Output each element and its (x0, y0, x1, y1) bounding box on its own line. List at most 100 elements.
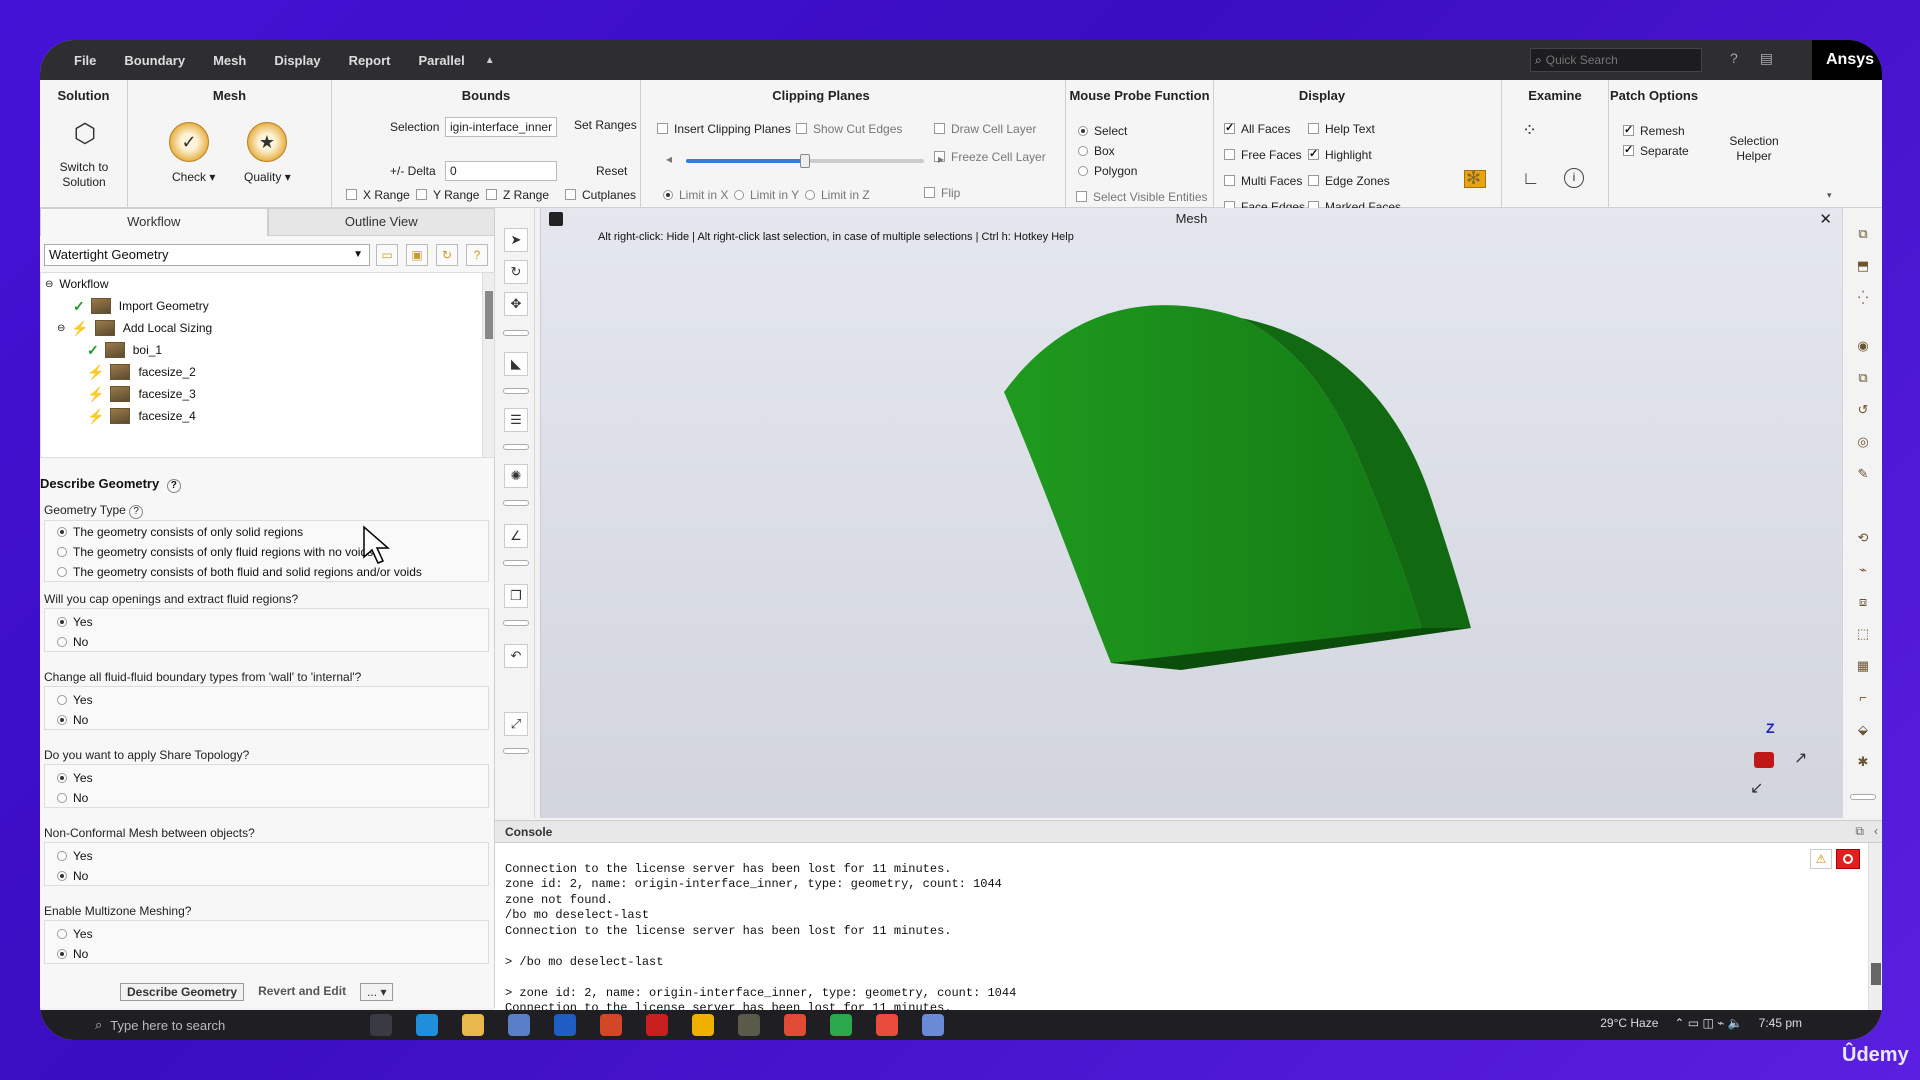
tree-item-facesize-4[interactable]: ⚡ facesize_4 (87, 405, 196, 427)
share-no-dot[interactable] (57, 793, 67, 803)
toolbar-slider[interactable] (503, 388, 529, 394)
set-ranges-button[interactable]: Set Ranges (574, 118, 637, 132)
console-scrollbar[interactable] (1868, 843, 1882, 1011)
free-faces-checkbox[interactable]: Free Faces (1224, 148, 1302, 162)
display-filter-icon[interactable]: ◣ (504, 352, 528, 376)
settings-tool-icon[interactable]: ✱ (1851, 750, 1875, 774)
share-yes-dot[interactable] (57, 773, 67, 783)
probe-select-radio[interactable]: Select (1078, 124, 1127, 138)
select-visible-checkbox[interactable]: Select Visible Entities (1076, 190, 1208, 204)
geometry-option-fluid[interactable]: The geometry consists of only fluid regi… (57, 545, 373, 559)
menu-parallel[interactable]: Parallel (404, 53, 478, 68)
x-range-checkbox[interactable]: X Range (346, 188, 410, 202)
boundary-types-yes[interactable]: Yes (57, 693, 93, 707)
describe-geometry-button[interactable]: Describe Geometry (120, 983, 245, 1001)
multizone-yes[interactable]: Yes (57, 927, 93, 941)
geometry-both-dot[interactable] (57, 567, 67, 577)
toolbar-slider[interactable] (503, 620, 529, 626)
examine-nodes-icon[interactable]: ⁘ (1522, 120, 1537, 141)
fit-view-icon[interactable]: ⤢ (504, 712, 528, 736)
nonconf-yes-dot[interactable] (57, 851, 67, 861)
acrobat-icon[interactable] (646, 1014, 668, 1036)
toolbar-slider[interactable] (503, 560, 529, 566)
check-icon[interactable]: ✓ (169, 122, 209, 162)
powerpoint-icon[interactable] (600, 1014, 622, 1036)
geometry-option-both[interactable]: The geometry consists of both fluid and … (57, 565, 422, 579)
display-gear-icon[interactable]: ✻ (1466, 168, 1481, 189)
outlook-icon[interactable] (554, 1014, 576, 1036)
store-icon[interactable] (508, 1014, 530, 1036)
toolbar-slider[interactable] (503, 500, 529, 506)
insert-clipping-box[interactable] (657, 123, 668, 134)
show-cut-edges-box[interactable] (796, 123, 807, 134)
save-workflow-icon[interactable]: ▣ (406, 244, 428, 266)
cube-view-icon[interactable]: ⬒ (1851, 254, 1875, 278)
selection-field[interactable] (445, 117, 557, 137)
layers-icon[interactable]: ☰ (504, 408, 528, 432)
folder-tool-icon[interactable]: ▦ (1851, 654, 1875, 678)
menu-file[interactable]: File (60, 53, 110, 68)
taskbar-search[interactable]: ⌕ Type here to search (95, 1013, 335, 1037)
examine-info-icon[interactable]: i (1564, 168, 1584, 188)
all-faces-box[interactable] (1224, 121, 1235, 134)
share-topology-yes[interactable]: Yes (57, 771, 93, 785)
view-option-icon[interactable]: ⧉ (1851, 222, 1875, 246)
revert-and-edit-button[interactable]: Revert and Edit (252, 983, 352, 1001)
model-front-face[interactable] (1004, 305, 1421, 663)
non-conformal-no[interactable]: No (57, 869, 88, 883)
calculator-icon[interactable] (922, 1014, 944, 1036)
multi-faces-box[interactable] (1224, 175, 1235, 186)
collapse-icon[interactable]: ⊖ (57, 323, 65, 334)
media-player-icon[interactable] (692, 1014, 714, 1036)
face-tool-icon[interactable]: ⧈ (1851, 590, 1875, 614)
tree-item-import-geometry[interactable]: ✓ Import Geometry (73, 295, 209, 317)
multizone-no-dot[interactable] (57, 949, 67, 959)
warning-icon[interactable]: ⚠ (1810, 849, 1832, 869)
all-faces-checkbox[interactable]: All Faces (1224, 121, 1290, 136)
task-view-icon[interactable] (370, 1014, 392, 1036)
quality-icon[interactable]: ★ (247, 122, 287, 162)
highlight-box[interactable] (1308, 147, 1319, 160)
non-conformal-yes[interactable]: Yes (57, 849, 93, 863)
collapse-icon[interactable]: ⊖ (45, 279, 53, 290)
nonconf-no-dot[interactable] (57, 871, 67, 881)
copy-view-icon[interactable]: ❐ (504, 584, 528, 608)
limit-x-radio[interactable]: Limit in X (663, 188, 728, 202)
corner-tool-icon[interactable]: ⌐ (1851, 686, 1875, 710)
edge-zones-box[interactable] (1308, 175, 1319, 186)
y-range-box[interactable] (416, 189, 427, 200)
spreadsheet-app-icon[interactable] (830, 1014, 852, 1036)
reset-button[interactable]: Reset (596, 164, 627, 178)
boundary-types-no[interactable]: No (57, 713, 88, 727)
tree-item-boi-1[interactable]: ✓ boi_1 (87, 339, 162, 361)
tree-scrollbar[interactable] (482, 273, 494, 457)
scatter-view-icon[interactable]: ⁛ (1851, 286, 1875, 310)
pan-icon[interactable]: ✥ (504, 292, 528, 316)
cap-openings-no[interactable]: No (57, 635, 88, 649)
limit-y-radio[interactable]: Limit in Y (734, 188, 799, 202)
refresh-workflow-icon[interactable]: ↻ (436, 244, 458, 266)
flip-box[interactable] (924, 187, 935, 198)
workflow-help-icon[interactable]: ? (466, 244, 488, 266)
help-text-checkbox[interactable]: Help Text (1308, 122, 1375, 136)
cutplanes-checkbox[interactable]: Cutplanes (565, 188, 636, 202)
menu-boundary[interactable]: Boundary (110, 53, 199, 68)
toolbar-slider[interactable] (503, 330, 529, 336)
highlight-checkbox[interactable]: Highlight (1308, 147, 1372, 162)
limit-z-radio[interactable]: Limit in Z (805, 188, 870, 202)
flip-checkbox[interactable]: Flip (924, 186, 960, 200)
probe-box-radio[interactable]: Box (1078, 144, 1115, 158)
share-topology-no[interactable]: No (57, 791, 88, 805)
menu-mesh[interactable]: Mesh (199, 53, 260, 68)
ansys-app-icon[interactable] (738, 1014, 760, 1036)
help-icon[interactable]: ? (166, 479, 181, 493)
x-range-box[interactable] (346, 189, 357, 200)
console-panel[interactable]: Console ⧉ ‹ Connection to the license se… (495, 820, 1882, 1015)
multizone-yes-dot[interactable] (57, 929, 67, 939)
workflow-type-select[interactable]: Watertight Geometry ▼ (44, 244, 370, 266)
separate-checkbox[interactable]: Separate (1623, 143, 1689, 158)
help-icon[interactable]: ? (129, 505, 144, 519)
limit-y-dot[interactable] (734, 190, 744, 200)
tree-item-workflow[interactable]: ⊖ Workflow (45, 273, 109, 295)
menu-display[interactable]: Display (260, 53, 334, 68)
